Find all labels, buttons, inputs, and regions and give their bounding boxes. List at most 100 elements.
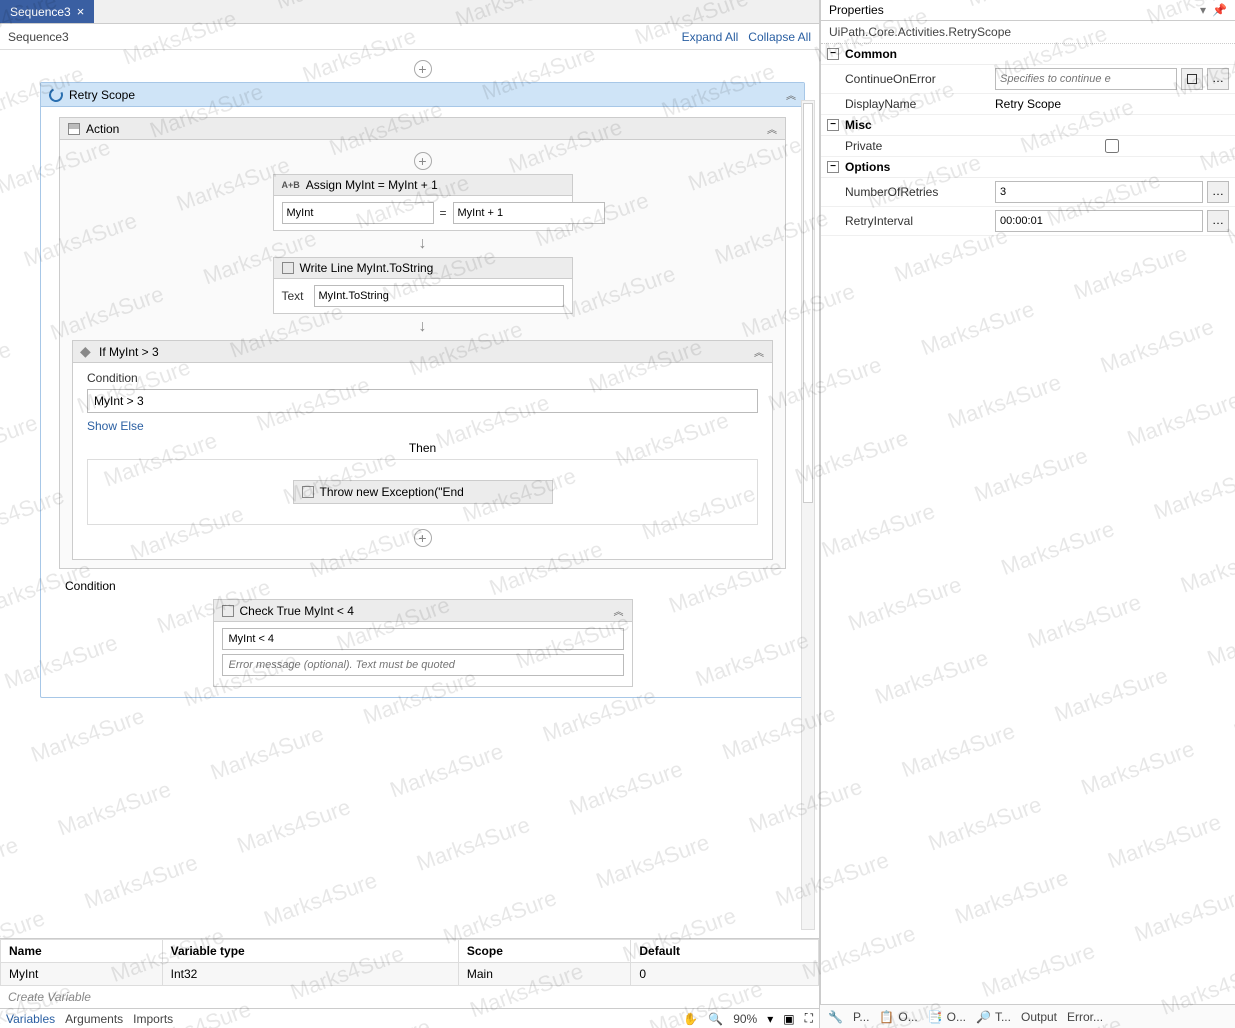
collapse-icon[interactable]: ︽ <box>614 603 624 618</box>
properties-panel: Properties ▾ 📌 UiPath.Core.Activities.Re… <box>820 0 1235 1028</box>
condition-input[interactable] <box>87 389 758 413</box>
zoom-level[interactable]: 90% <box>733 1012 757 1026</box>
status-output[interactable]: Output <box>1021 1010 1057 1024</box>
tab-arguments[interactable]: Arguments <box>65 1012 123 1026</box>
close-icon[interactable]: × <box>77 4 85 19</box>
retry-icon <box>47 86 65 104</box>
private-checkbox[interactable] <box>995 139 1229 153</box>
collapse-icon[interactable]: ︽ <box>786 87 796 102</box>
var-type[interactable]: Int32 <box>162 963 458 986</box>
check-icon <box>222 605 234 617</box>
assign-activity[interactable]: A+B Assign MyInt = MyInt + 1 = <box>273 174 573 231</box>
tab-title: Sequence3 <box>10 5 71 19</box>
then-label: Then <box>87 433 758 459</box>
var-scope[interactable]: Main <box>458 963 630 986</box>
dropdown-icon[interactable]: ▾ <box>1200 3 1206 17</box>
var-name[interactable]: MyInt <box>1 963 163 986</box>
section-common[interactable]: − Common <box>821 44 1235 65</box>
col-scope[interactable]: Scope <box>458 940 630 963</box>
status-error[interactable]: Error... <box>1067 1010 1103 1024</box>
bottom-tabs: Variables Arguments Imports ✋ 🔍 90% ▾ ▣ … <box>0 1008 819 1028</box>
write-line-title: Write Line MyInt.ToString <box>300 261 434 275</box>
tab-bar: Sequence3 × <box>0 0 819 24</box>
write-line-text-input[interactable] <box>314 285 564 307</box>
condition-section-label: Condition <box>59 569 786 599</box>
section-misc[interactable]: − Misc <box>821 115 1235 136</box>
ellipsis-button[interactable]: … <box>1207 181 1229 203</box>
ellipsis-button[interactable]: … <box>1207 68 1229 90</box>
collapse-all-link[interactable]: Collapse All <box>748 30 811 44</box>
write-line-activity[interactable]: Write Line MyInt.ToString Text <box>273 257 573 314</box>
add-activity-icon[interactable]: + <box>414 152 432 170</box>
tab-imports[interactable]: Imports <box>133 1012 173 1026</box>
throw-activity[interactable]: Throw new Exception("End <box>293 480 553 504</box>
retry-scope-card[interactable]: Retry Scope ︽ Action ︽ + <box>40 82 805 698</box>
prop-display-name: DisplayName Retry Scope <box>821 94 1235 115</box>
flow-arrow-icon: ↓ <box>72 314 773 340</box>
collapse-toggle-icon[interactable]: − <box>827 161 839 173</box>
breadcrumb-item[interactable]: Sequence3 <box>8 30 69 44</box>
check-true-title: Check True MyInt < 4 <box>240 604 354 618</box>
status-o2[interactable]: 📑 O... <box>928 1010 966 1024</box>
number-of-retries-input[interactable] <box>995 181 1203 203</box>
prop-number-of-retries: NumberOfRetries … <box>821 178 1235 207</box>
wrench-icon[interactable]: 🔧 <box>828 1010 843 1024</box>
table-row[interactable]: MyInt Int32 Main 0 <box>1 963 819 986</box>
display-name-value[interactable]: Retry Scope <box>995 97 1061 111</box>
action-sequence[interactable]: Action ︽ + A+B Assign MyInt = MyInt + 1 <box>59 117 786 569</box>
check-true-header[interactable]: Check True MyInt < 4 ︽ <box>214 600 632 622</box>
status-t[interactable]: 🔎 T... <box>976 1010 1011 1024</box>
tab-variables[interactable]: Variables <box>6 1012 55 1026</box>
action-header[interactable]: Action ︽ <box>60 118 785 140</box>
if-activity[interactable]: If MyInt > 3 ︽ Condition Show Else Then <box>72 340 773 560</box>
status-o1[interactable]: 📋 O... <box>879 1010 917 1024</box>
continue-on-error-input[interactable] <box>995 68 1177 90</box>
status-bar: 🔧 P... 📋 O... 📑 O... 🔎 T... Output Error… <box>820 1004 1235 1028</box>
add-activity-icon[interactable]: + <box>414 60 432 78</box>
status-p[interactable]: P... <box>853 1010 869 1024</box>
if-icon <box>81 346 93 358</box>
if-header[interactable]: If MyInt > 3 ︽ <box>73 341 772 363</box>
zoom-dropdown-icon[interactable]: ▾ <box>767 1012 773 1026</box>
equals-label: = <box>440 206 447 220</box>
pan-icon[interactable]: ✋ <box>683 1012 698 1026</box>
check-expression-input[interactable] <box>222 628 624 650</box>
throw-icon <box>302 486 314 498</box>
ellipsis-button[interactable]: … <box>1207 210 1229 232</box>
retry-scope-title: Retry Scope <box>69 88 135 102</box>
collapse-icon[interactable]: ︽ <box>754 344 764 359</box>
add-activity-icon[interactable]: + <box>414 529 432 547</box>
throw-label: Throw new Exception("End <box>320 485 464 499</box>
check-error-input[interactable] <box>222 654 624 676</box>
show-else-link[interactable]: Show Else <box>87 419 758 433</box>
text-label: Text <box>282 289 304 303</box>
search-icon[interactable]: 🔍 <box>708 1012 723 1026</box>
tab-sequence3[interactable]: Sequence3 × <box>0 0 94 23</box>
collapse-icon[interactable]: ︽ <box>767 121 777 136</box>
pin-icon[interactable]: 📌 <box>1212 3 1227 17</box>
fit-icon[interactable]: ▣ <box>783 1012 794 1026</box>
flow-arrow-icon: ↓ <box>72 231 773 257</box>
check-true-activity[interactable]: Check True MyInt < 4 ︽ <box>213 599 633 687</box>
create-variable-link[interactable]: Create Variable <box>0 986 819 1008</box>
assign-value-input[interactable] <box>453 202 605 224</box>
retry-scope-header[interactable]: Retry Scope ︽ <box>41 83 804 107</box>
assign-icon: A+B <box>282 180 300 190</box>
fullscreen-icon[interactable]: ⛶ <box>805 1011 813 1026</box>
prop-retry-interval: RetryInterval … <box>821 207 1235 236</box>
col-name[interactable]: Name <box>1 940 163 963</box>
expand-all-link[interactable]: Expand All <box>682 30 739 44</box>
col-default[interactable]: Default <box>631 940 819 963</box>
scrollbar[interactable] <box>801 100 815 930</box>
bool-toggle-button[interactable] <box>1181 68 1203 90</box>
section-options[interactable]: − Options <box>821 157 1235 178</box>
sequence-icon <box>68 123 80 135</box>
collapse-toggle-icon[interactable]: − <box>827 119 839 131</box>
then-container: Throw new Exception("End <box>87 459 758 525</box>
col-type[interactable]: Variable type <box>162 940 458 963</box>
var-default[interactable]: 0 <box>631 963 819 986</box>
design-canvas[interactable]: + Retry Scope ︽ Action ︽ + <box>0 50 819 938</box>
assign-to-input[interactable] <box>282 202 434 224</box>
collapse-toggle-icon[interactable]: − <box>827 48 839 60</box>
retry-interval-input[interactable] <box>995 210 1203 232</box>
